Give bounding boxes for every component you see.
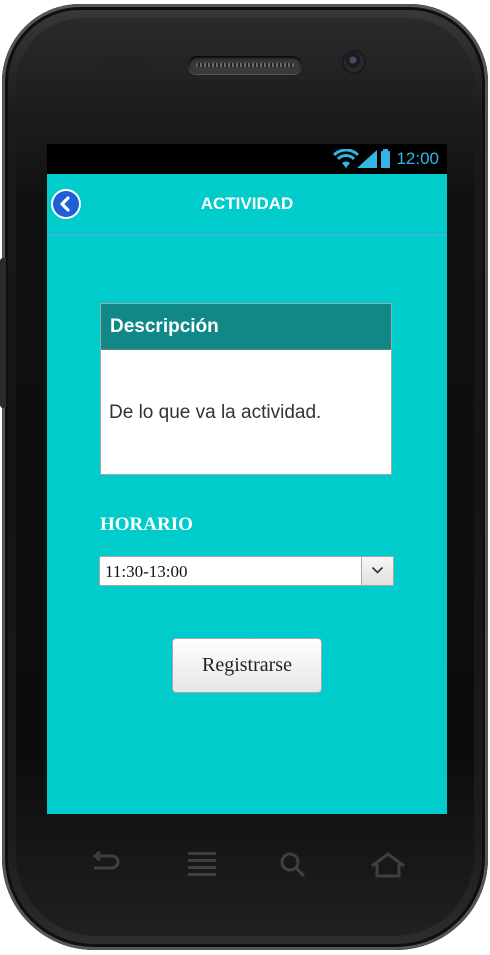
menu-key-icon[interactable]	[182, 848, 222, 882]
schedule-select[interactable]: 11:30-13:00	[99, 556, 394, 586]
app-header: ACTIVIDAD	[47, 174, 447, 236]
battery-icon	[381, 149, 390, 168]
status-bar: 12:00	[47, 144, 447, 174]
back-key-icon[interactable]	[84, 848, 124, 882]
speaker-grill	[196, 63, 294, 67]
screen: 12:00 ACTIVIDAD Descripción De lo que va…	[47, 144, 447, 814]
schedule-label: HORARIO	[100, 514, 193, 535]
wifi-icon	[333, 149, 359, 168]
home-key-icon[interactable]	[368, 848, 408, 882]
dropdown-button[interactable]	[361, 557, 393, 585]
search-key-icon[interactable]	[274, 848, 314, 882]
status-time: 12:00	[396, 149, 439, 168]
signal-icon	[357, 150, 377, 168]
chevron-down-icon	[371, 566, 384, 574]
register-button[interactable]: Registrarse	[172, 638, 322, 693]
earpiece-speaker	[188, 56, 302, 74]
page-title: ACTIVIDAD	[200, 194, 294, 213]
schedule-selected-value: 11:30-13:00	[105, 562, 188, 581]
description-title: Descripción	[101, 304, 391, 350]
description-card: Descripción De lo que va la actividad.	[100, 303, 392, 475]
volume-button	[0, 258, 6, 408]
proximity-sensor	[102, 56, 150, 72]
description-text: De lo que va la actividad.	[109, 402, 322, 423]
front-camera	[344, 52, 364, 72]
